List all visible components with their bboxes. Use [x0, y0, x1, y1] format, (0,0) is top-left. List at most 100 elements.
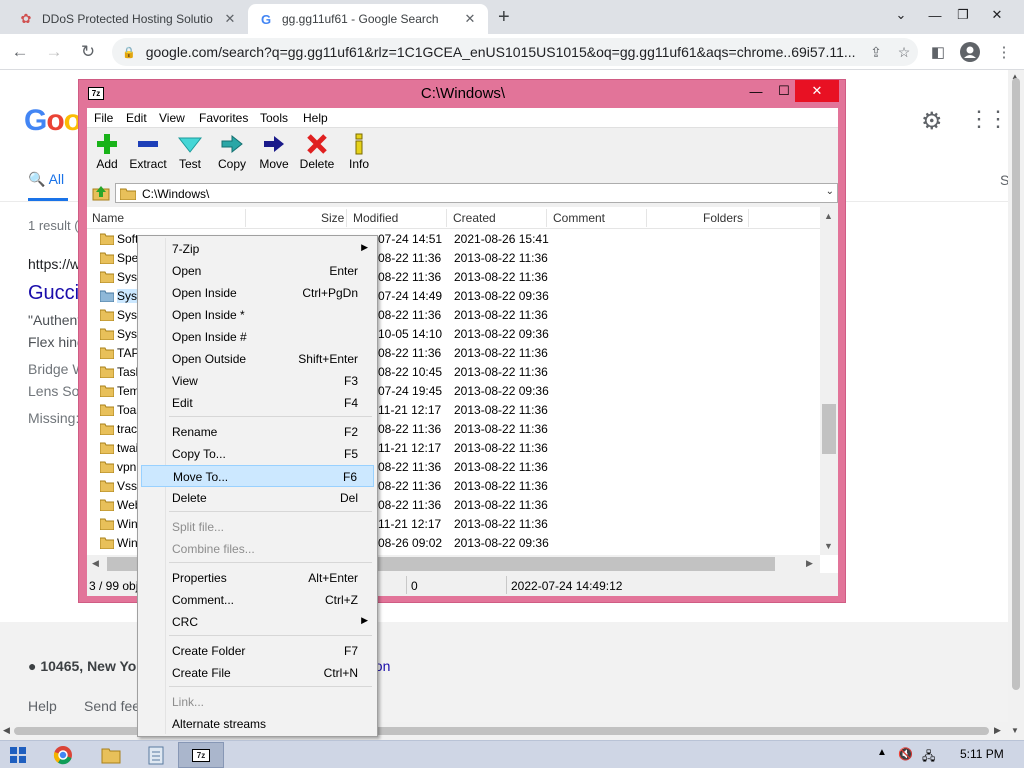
- menu-favorites[interactable]: Favorites: [199, 111, 248, 125]
- menu-item-open-inside[interactable]: Open Inside *: [141, 304, 374, 326]
- windows-start-icon[interactable]: [10, 747, 26, 763]
- menu-item-open[interactable]: Open Enter: [141, 260, 374, 282]
- move-button[interactable]: Move: [252, 131, 296, 171]
- send-feedback-link[interactable]: Send fee: [84, 698, 140, 714]
- add-button[interactable]: Add: [85, 131, 129, 171]
- profile-icon[interactable]: [958, 42, 982, 62]
- url-text[interactable]: google.com/search?q=gg.gg11uf61&rlz=1C1G…: [146, 44, 862, 60]
- scroll-thumb[interactable]: [822, 404, 836, 454]
- scroll-thumb[interactable]: [1012, 78, 1020, 690]
- menu-view[interactable]: View: [159, 111, 185, 125]
- column-divider[interactable]: [446, 209, 447, 227]
- close-window-button[interactable]: ✕: [980, 0, 1014, 30]
- menu-item-comment[interactable]: Comment... Ctrl+Z: [141, 589, 374, 611]
- menu-item-rename[interactable]: Rename F2: [141, 421, 374, 443]
- settings-gear-icon[interactable]: ⚙: [921, 107, 943, 136]
- result-url[interactable]: https://w: [28, 256, 80, 272]
- tab-all[interactable]: 🔍 All: [28, 171, 64, 188]
- menu-item-alternate-streams[interactable]: Alternate streams: [141, 713, 374, 735]
- menu-icon[interactable]: ⋮: [992, 42, 1016, 62]
- delete-button[interactable]: Delete: [295, 131, 339, 171]
- path-text[interactable]: C:\Windows\: [142, 187, 209, 201]
- column-folders[interactable]: Folders: [703, 211, 743, 225]
- volume-muted-icon[interactable]: 🔇: [898, 747, 913, 761]
- list-vertical-scrollbar[interactable]: ▲ ▼: [820, 207, 838, 555]
- menu-item-link[interactable]: Link...: [141, 691, 374, 713]
- chevron-down-icon[interactable]: ⌄: [826, 186, 834, 197]
- path-combobox[interactable]: C:\Windows\ ⌄: [115, 183, 838, 203]
- test-button[interactable]: Test: [168, 131, 212, 171]
- back-icon[interactable]: ←: [8, 40, 32, 64]
- column-divider[interactable]: [546, 209, 547, 227]
- tray-chevron-icon[interactable]: ▲: [877, 747, 887, 758]
- scroll-left-icon[interactable]: ◀: [3, 725, 10, 736]
- 7zip-taskbar-icon[interactable]: 7z: [178, 742, 224, 768]
- notepad-taskbar-icon[interactable]: [133, 742, 179, 768]
- menu-item-open-inside[interactable]: Open Inside #: [141, 326, 374, 348]
- menu-item-combine-files[interactable]: Combine files...: [141, 538, 374, 560]
- new-tab-button[interactable]: +: [498, 6, 510, 29]
- result-title-link[interactable]: Gucci: [28, 282, 79, 305]
- menu-edit[interactable]: Edit: [126, 111, 147, 125]
- scroll-right-icon[interactable]: ▶: [806, 558, 813, 569]
- result-sitelink[interactable]: Bridge W: [28, 361, 86, 377]
- share-icon[interactable]: ⇪: [862, 44, 890, 61]
- column-divider[interactable]: [245, 209, 246, 227]
- folder-up-icon[interactable]: [92, 184, 110, 202]
- tab-google-search[interactable]: G gg.gg11uf61 - Google Search ✕: [248, 4, 488, 34]
- menu-item-delete[interactable]: Delete Del: [141, 487, 374, 509]
- reload-icon[interactable]: ↻: [76, 40, 100, 64]
- menu-item-view[interactable]: View F3: [141, 370, 374, 392]
- column-divider[interactable]: [748, 209, 749, 227]
- column-modified[interactable]: Modified: [353, 211, 398, 225]
- menu-item-edit[interactable]: Edit F4: [141, 392, 374, 414]
- copy-button[interactable]: Copy: [210, 131, 254, 171]
- address-bar[interactable]: 🔒 google.com/search?q=gg.gg11uf61&rlz=1C…: [112, 38, 918, 66]
- side-panel-icon[interactable]: ◧: [926, 42, 950, 62]
- column-size[interactable]: Size: [321, 211, 344, 225]
- 7zip-close-button[interactable]: ✕: [795, 80, 839, 102]
- menu-item-crc[interactable]: CRC ▶: [141, 611, 374, 633]
- menu-item-split-file[interactable]: Split file...: [141, 516, 374, 538]
- info-button[interactable]: Info: [337, 131, 381, 171]
- menu-item-move-to[interactable]: Move To... F6: [141, 465, 374, 487]
- column-name[interactable]: Name: [92, 211, 124, 225]
- tab-search-icon[interactable]: ⌄: [884, 0, 918, 30]
- forward-icon[interactable]: →: [42, 40, 66, 64]
- scroll-down-icon[interactable]: ▼: [824, 541, 833, 551]
- menu-item-create-file[interactable]: Create File Ctrl+N: [141, 662, 374, 684]
- tab-ddos[interactable]: ✿ DDoS Protected Hosting Solutio ✕: [8, 4, 248, 34]
- menu-tools[interactable]: Tools: [260, 111, 288, 125]
- page-vertical-scrollbar[interactable]: ▲ ▼: [1008, 70, 1024, 740]
- scroll-down-icon[interactable]: ▼: [1011, 726, 1019, 735]
- scroll-right-icon[interactable]: ▶: [994, 725, 1001, 736]
- menu-item-copy-to[interactable]: Copy To... F5: [141, 443, 374, 465]
- menu-help[interactable]: Help: [303, 111, 328, 125]
- 7zip-title-bar[interactable]: 7z C:\Windows\ — ☐ ✕: [79, 80, 845, 108]
- network-icon[interactable]: 🖧: [922, 747, 935, 768]
- restore-button[interactable]: ❐: [946, 0, 980, 30]
- help-link[interactable]: Help: [28, 698, 57, 714]
- scroll-up-icon[interactable]: ▲: [824, 211, 833, 221]
- menu-item-create-folder[interactable]: Create Folder F7: [141, 640, 374, 662]
- chrome-taskbar-icon[interactable]: [40, 742, 86, 768]
- close-tab-icon[interactable]: ✕: [222, 11, 238, 27]
- file-explorer-taskbar-icon[interactable]: [88, 742, 134, 768]
- menu-item-properties[interactable]: Properties Alt+Enter: [141, 567, 374, 589]
- scroll-left-icon[interactable]: ◀: [92, 558, 99, 569]
- menu-item-7-zip[interactable]: 7-Zip ▶: [141, 238, 374, 260]
- result-sitelink[interactable]: Lens So: [28, 383, 79, 399]
- column-created[interactable]: Created: [453, 211, 496, 225]
- extract-button[interactable]: Extract: [126, 131, 170, 171]
- column-comment[interactable]: Comment: [553, 211, 605, 225]
- column-divider[interactable]: [646, 209, 647, 227]
- menu-file[interactable]: File: [94, 111, 113, 125]
- clock[interactable]: 5:11 PM: [960, 747, 1004, 761]
- menu-item-open-inside[interactable]: Open Inside Ctrl+PgDn: [141, 282, 374, 304]
- column-divider[interactable]: [346, 209, 347, 227]
- 7zip-minimize-button[interactable]: —: [741, 80, 771, 102]
- close-tab-icon[interactable]: ✕: [462, 11, 478, 27]
- menu-item-open-outside[interactable]: Open Outside Shift+Enter: [141, 348, 374, 370]
- star-icon[interactable]: ☆: [890, 44, 918, 61]
- google-logo[interactable]: Goo: [24, 104, 82, 138]
